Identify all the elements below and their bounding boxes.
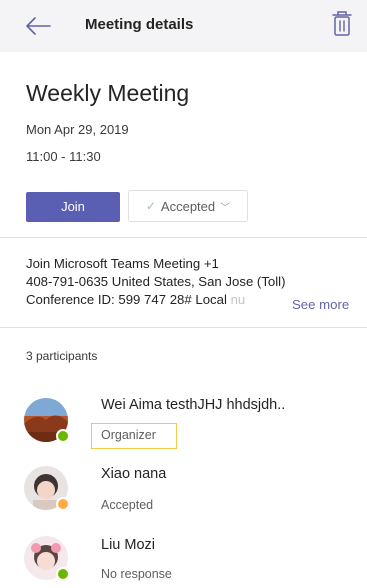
participant-role: No response	[101, 567, 172, 581]
join-info-line: Join Microsoft Teams Meeting +1	[26, 256, 219, 271]
participant-role: Organizer	[101, 428, 156, 442]
join-info-line: 408-791-0635 United States, San Jose (To…	[26, 274, 286, 289]
join-button[interactable]: Join	[26, 192, 120, 222]
participant-name: Wei Aima testhJHJ hhdsjdh..	[101, 397, 286, 413]
participant-name: Liu Mozi	[101, 537, 155, 553]
divider	[0, 327, 367, 328]
delete-button[interactable]	[331, 10, 353, 38]
back-button[interactable]	[24, 14, 52, 38]
meeting-title: Weekly Meeting	[26, 80, 190, 106]
divider	[0, 237, 367, 238]
see-more-link[interactable]: See more	[290, 297, 350, 312]
participant-name: Xiao nana	[101, 466, 167, 482]
meeting-date: Mon Apr 29, 2019	[26, 122, 129, 137]
participant-role: Accepted	[101, 498, 154, 512]
presence-available-icon	[56, 429, 70, 443]
conference-id: Conference ID: 599 747 28# Local	[26, 292, 231, 307]
checkmark-icon: ✓	[145, 199, 156, 213]
rsvp-dropdown[interactable]: ✓ Accepted ﹀	[128, 190, 248, 222]
truncated-text: nu	[230, 292, 246, 307]
presence-available-icon	[56, 567, 70, 581]
chevron-down-icon: ﹀	[220, 202, 231, 214]
participants-count: 3 participants	[26, 349, 98, 363]
presence-away-icon	[56, 497, 70, 511]
app-header: Meeting details	[0, 0, 367, 52]
page-title: Meeting details	[85, 16, 194, 33]
arrow-left-icon	[26, 17, 51, 35]
meeting-time: 11:00 - 11:30	[26, 149, 101, 164]
trash-icon	[332, 11, 352, 36]
rsvp-label: Accepted	[160, 198, 216, 214]
